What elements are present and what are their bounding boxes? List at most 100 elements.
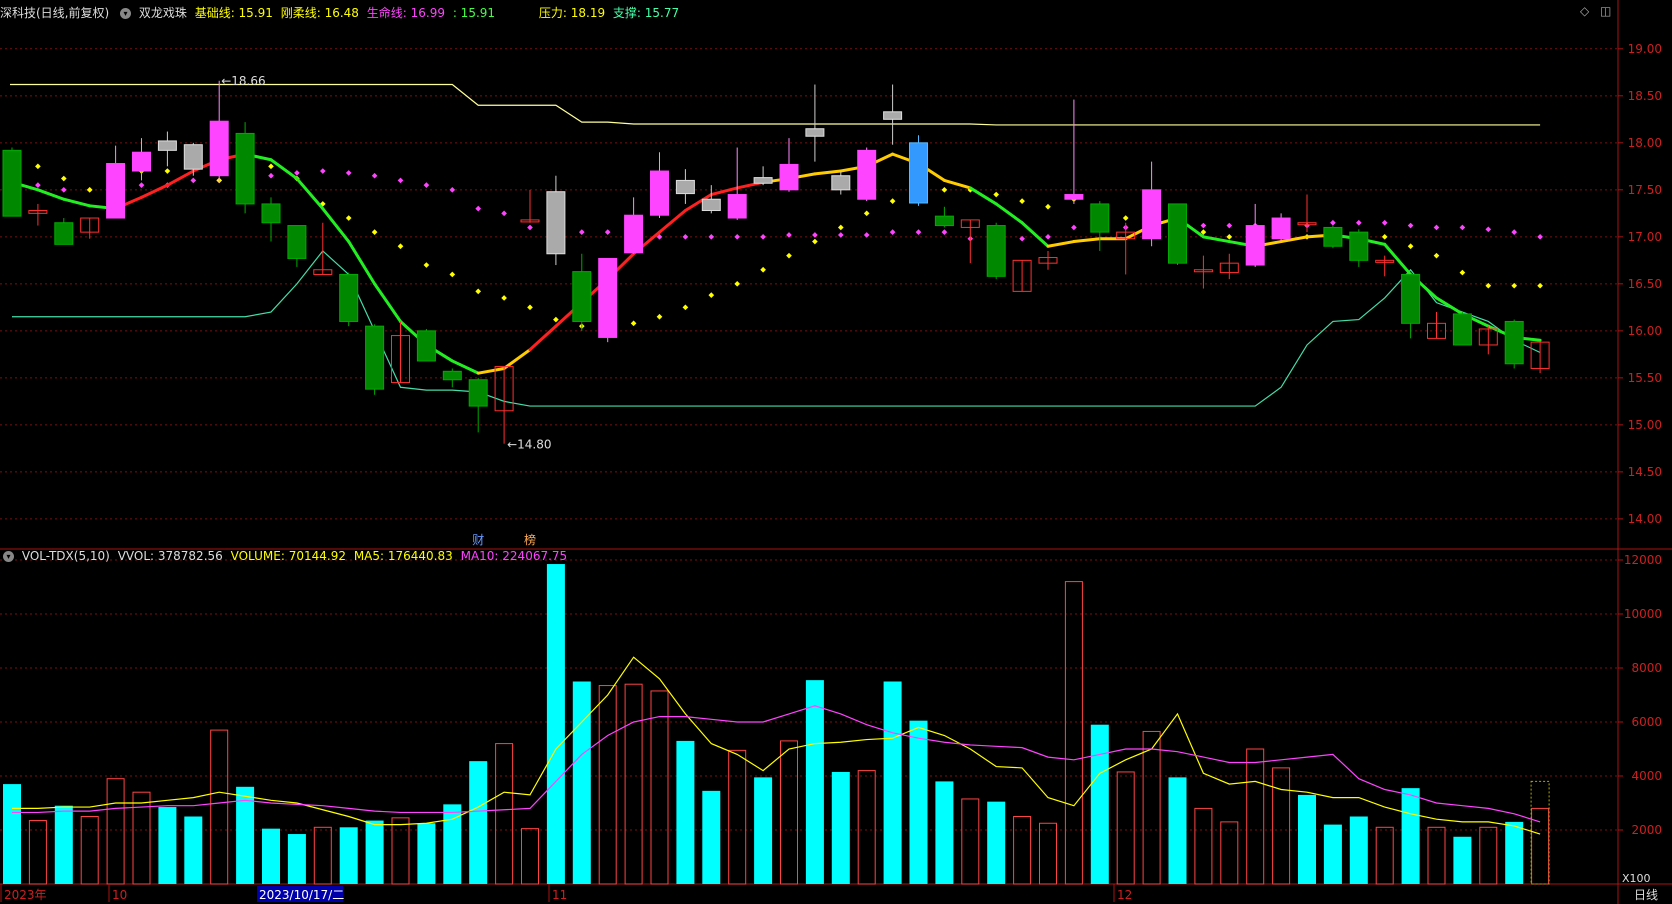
volume-bar [495,743,514,885]
yellow-dot [1045,203,1051,210]
volume-bar [132,791,151,885]
volume-tick-label: 2000 [1631,823,1662,837]
price-tick-label: 19.00 [1628,42,1662,56]
candle-body [339,273,359,322]
life-line-segment [295,177,325,211]
yellow-dot [449,271,456,278]
yellow-dot [863,210,870,217]
stock-chart[interactable]: ←18.66 ←14.80 财 榜 14.00 14.50 15.00 15.50 16.00… [0,0,1672,904]
magenta-dot [268,172,274,179]
volume-bar [469,761,488,884]
candle-body [650,170,669,216]
candle-body [572,271,592,322]
volume-bar [857,770,876,885]
high-annotation: ←18.66 [221,74,265,88]
candle-body [701,198,721,212]
stock-name[interactable]: 深科技(日线,前复权) [0,6,109,20]
life-line-segment [1383,242,1413,276]
price-tick-label: 17.50 [1628,183,1662,197]
magenta-dot [60,187,67,193]
magenta-dot [190,177,197,184]
candle-body [54,222,74,245]
yellow-dot [527,304,533,311]
candle-body [883,111,903,120]
life-line-segment [942,178,972,190]
period-label: 日线 [1634,888,1658,902]
volume-bar [1039,822,1057,885]
price-tick-label: 15.50 [1628,371,1662,385]
collapse-icon[interactable]: ◫ [1600,4,1611,18]
volume-bar [391,817,410,885]
volume-bar [184,816,203,884]
yellow-dot [1226,234,1233,240]
candle-body [546,191,566,255]
volume-bar [546,564,565,884]
candle-body [909,142,928,204]
life-line-segment [1046,240,1076,248]
volume-tick-label: 4000 [1631,769,1662,783]
low-annotation: ←14.80 [507,438,551,452]
candle-body [157,140,177,151]
candle-body [1245,225,1265,266]
diamond-icon[interactable]: ◇ [1580,4,1589,18]
magenta-dot [889,229,896,235]
price-tick-label: 18.00 [1628,136,1662,150]
yellow-dot [630,320,637,327]
price-tick-label: 14.50 [1628,465,1662,479]
yellow-dot [941,187,948,193]
price-tick-label: 14.00 [1628,512,1662,526]
candle-body [1271,217,1291,240]
magenta-dot [345,170,352,176]
candle-body [2,149,22,217]
price-panel: ←18.66 ←14.80 财 榜 [2,74,1550,547]
magenta-dot [1330,219,1336,226]
support-line [12,250,1541,407]
volume-bar [1013,816,1032,885]
magenta-dot [708,234,715,240]
price-tick-label: 15.00 [1628,418,1662,432]
volume-bar [987,801,1006,884]
volume-bar [1453,836,1472,884]
magenta-dot [1071,224,1077,231]
volume-bar [909,720,928,884]
yellow-dot [1459,269,1466,276]
dropdown-icon[interactable]: ▾ [120,8,132,19]
yellow-dot [164,168,171,174]
magenta-dot [527,224,533,231]
candle-body [106,163,126,219]
rigid-line-value: 刚柔线: 16.48 [280,6,359,20]
life-line-segment [165,169,195,187]
volume-bar [1323,824,1342,884]
candle-body [675,179,695,195]
magenta-dot [1537,234,1543,240]
volume-bar [1194,807,1213,885]
magenta-dot [1511,229,1518,235]
candle-body [287,225,307,259]
date-cursor-label: 2023/10/17/二 [259,888,344,902]
life-line-segment [36,188,66,201]
x-tick-label: 10 [112,888,127,902]
yellow-dot [708,292,715,298]
volume-indicator-name[interactable]: VOL-TDX(5,10) [22,549,110,563]
pressure-line [10,83,1541,126]
x-tick-label: 12 [1117,888,1132,902]
magenta-dot [1045,234,1051,240]
candle-body [753,177,773,184]
price-tick-label: 18.50 [1628,89,1662,103]
volume-bar [1064,581,1083,885]
support-value: 支撑: 15.77 [612,6,680,20]
extra-line-value: : 15.91 [452,6,496,20]
life-line-segment [1020,221,1050,248]
magenta-dot [915,229,922,235]
dropdown-icon[interactable]: ▾ [3,551,14,562]
volume-bar [702,790,721,884]
magenta-dot [294,170,300,176]
life-line-segment [968,186,998,206]
yellow-dot [423,262,430,268]
indicator-name[interactable]: 双龙戏珠 [139,6,187,20]
candle-body [183,144,203,170]
main-header: 深科技(日线,前复权) ▾ 双龙戏珠 基础线: 15.91 刚柔线: 16.48… [0,4,683,22]
candle-body [235,132,255,205]
volume-bar [1168,777,1187,884]
magenta-dot [734,234,741,240]
